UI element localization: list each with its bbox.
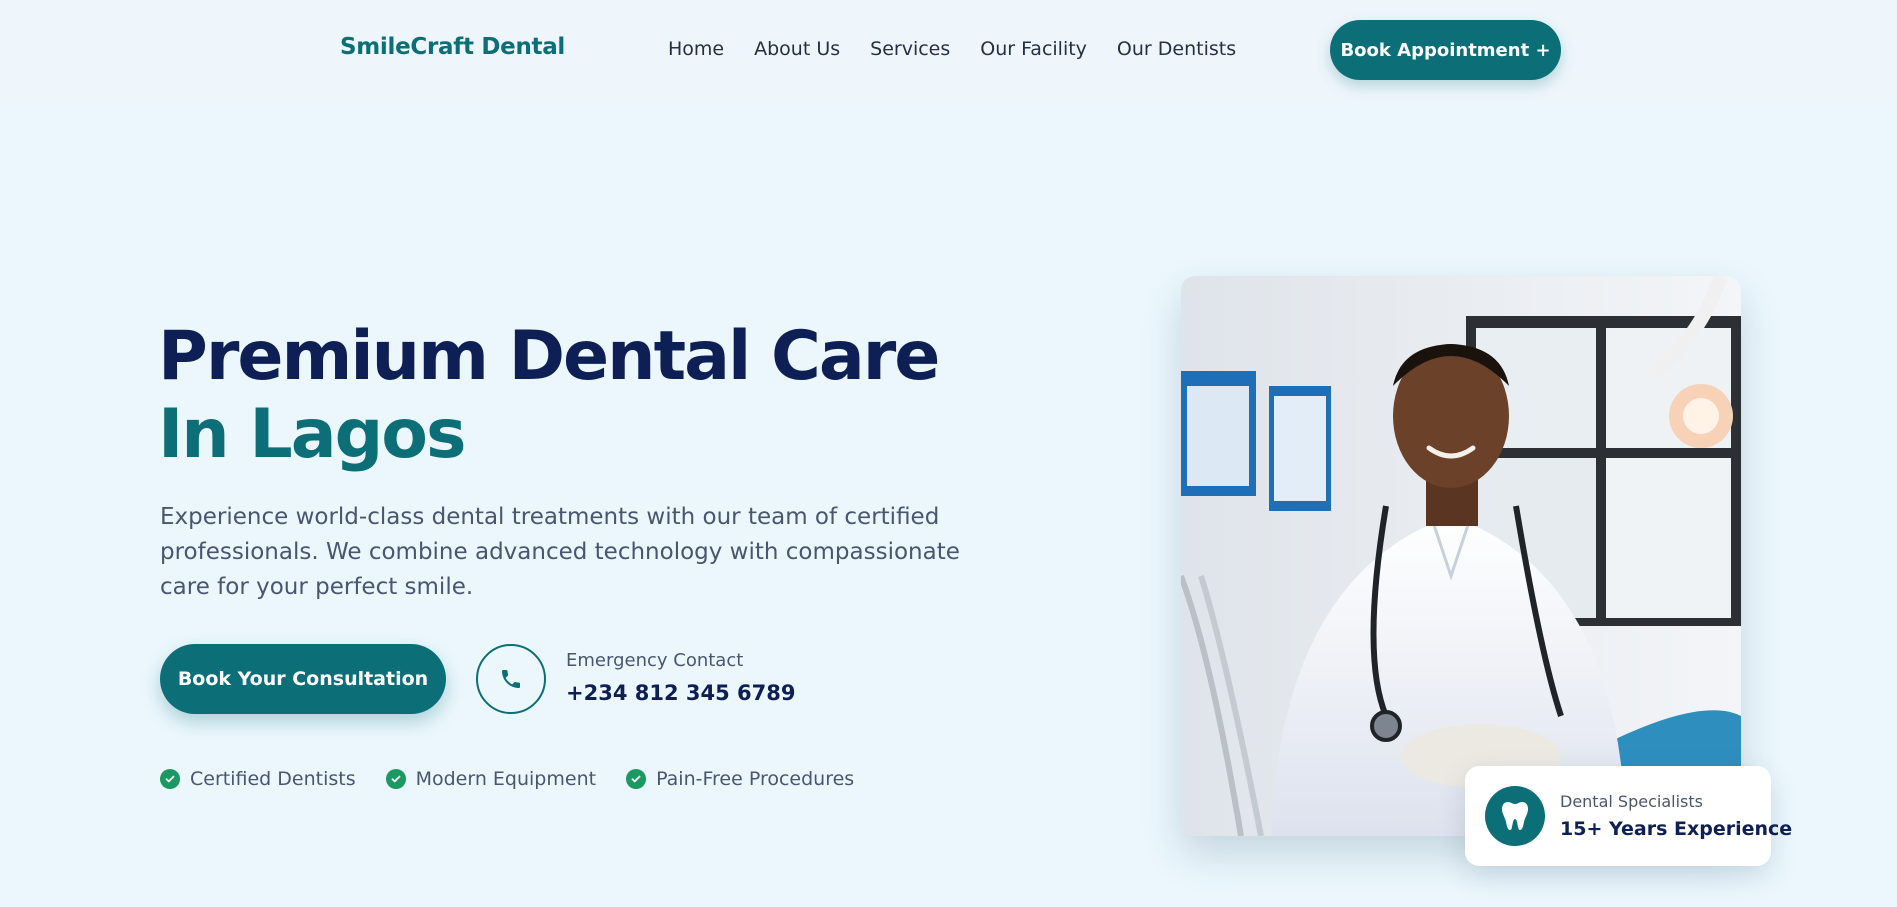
check-circle-icon xyxy=(626,769,647,789)
feature-list: Certified Dentists Modern Equipment Pain… xyxy=(160,768,884,790)
hero-title: Premium Dental Care In Lagos xyxy=(158,317,940,474)
feature-item: Certified Dentists xyxy=(160,768,356,790)
experience-badge: Dental Specialists 15+ Years Experience xyxy=(1465,766,1792,866)
book-consultation-button[interactable]: Book Your Consultation xyxy=(160,644,446,714)
feature-item: Pain-Free Procedures xyxy=(626,768,854,790)
badge-title: 15+ Years Experience xyxy=(1560,818,1793,840)
emergency-call-button[interactable] xyxy=(476,644,546,714)
feature-label: Modern Equipment xyxy=(415,768,597,790)
tooth-icon xyxy=(1485,786,1545,846)
nav-link-facility[interactable]: Our Facility xyxy=(980,38,1087,60)
dentist-photo xyxy=(1181,276,1741,836)
feature-item: Modern Equipment xyxy=(385,768,597,790)
check-circle-icon xyxy=(385,769,406,789)
feature-label: Certified Dentists xyxy=(190,768,356,790)
hero-title-line1: Premium Dental Care xyxy=(158,317,940,396)
brand-logo[interactable]: SmileCraft Dental xyxy=(340,34,565,60)
phone-icon xyxy=(502,670,520,688)
nav-link-services[interactable]: Services xyxy=(870,38,950,60)
badge-subtitle: Dental Specialists xyxy=(1560,792,1703,811)
check-circle-icon xyxy=(160,769,180,789)
hero-description: Experience world-class dental treatments… xyxy=(160,504,960,600)
emergency-contact-label: Emergency Contact xyxy=(566,650,744,671)
nav-link-about[interactable]: About Us xyxy=(754,38,840,60)
nav-link-dentists[interactable]: Our Dentists xyxy=(1117,38,1236,60)
feature-label: Pain-Free Procedures xyxy=(656,768,855,790)
hero-title-line2: In Lagos xyxy=(158,395,466,474)
nav-link-home[interactable]: Home xyxy=(668,38,724,60)
main-nav: Home About Us Services Our Facility Our … xyxy=(668,38,1266,60)
site-header: SmileCraft Dental Home About Us Services… xyxy=(0,0,1897,100)
book-appointment-button[interactable]: Book Appointment + xyxy=(1330,20,1561,80)
emergency-phone-number[interactable]: +234 812 345 6789 xyxy=(566,681,795,705)
